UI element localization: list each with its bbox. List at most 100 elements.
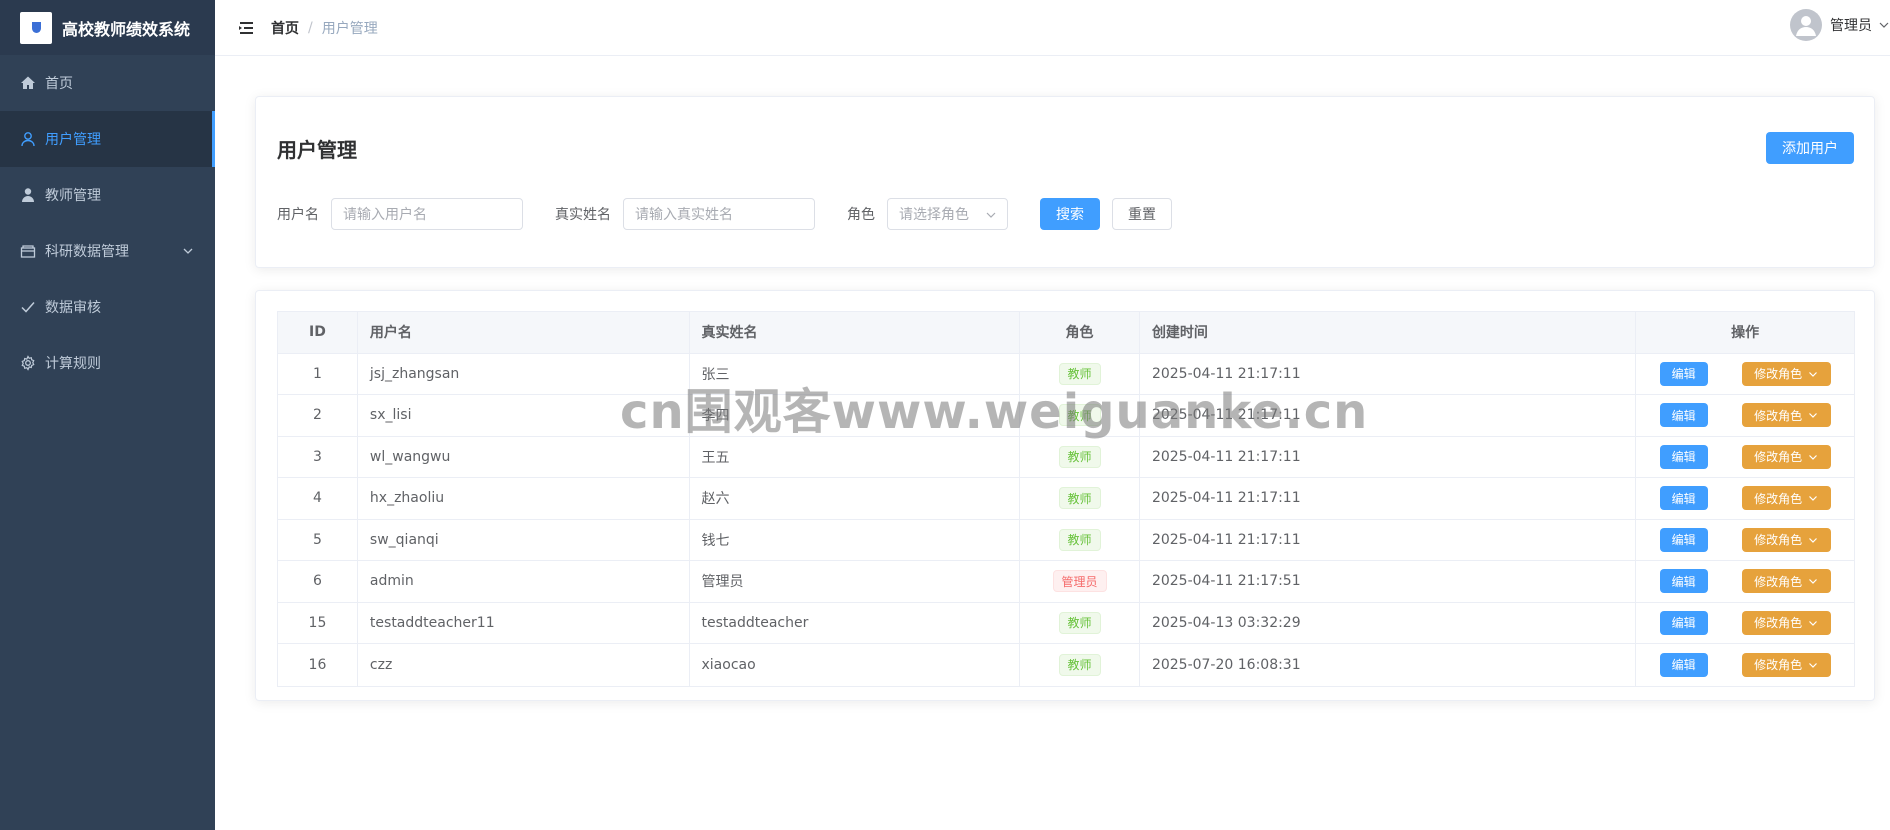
sidebar-item-calc-rules[interactable]: 计算规则 [0, 335, 215, 391]
reset-button[interactable]: 重置 [1112, 198, 1172, 230]
cell-role: 教师 [1020, 644, 1140, 686]
cell-realname: 钱七 [690, 519, 1021, 560]
cell-id: 1 [278, 353, 358, 394]
sidebar-item-home[interactable]: 首页 [0, 55, 215, 111]
page-title: 用户管理 [277, 138, 357, 162]
table-row: 16 czz xiaocao 教师 2025-07-20 16:08:31 编辑… [278, 644, 1854, 686]
user-dropdown[interactable]: 管理员 [1790, 9, 1890, 41]
breadcrumb-separator: / [308, 19, 313, 36]
table-row: 3 wl_wangwu 王五 教师 2025-04-11 21:17:11 编辑… [278, 436, 1854, 478]
cell-actions: 编辑 修改角色 [1636, 603, 1854, 644]
cell-username: czz [358, 644, 690, 686]
search-form: 用户名 请输入用户名 真实姓名 请输入真实姓名 角色 请选择角色 搜索 重置 [277, 198, 1172, 230]
column-header-realname: 真实姓名 [690, 312, 1021, 353]
edit-button[interactable]: 编辑 [1659, 486, 1708, 511]
change-role-button[interactable]: 修改角色 [1741, 652, 1831, 677]
cell-created: 2025-04-11 21:17:11 [1140, 436, 1637, 477]
edit-button[interactable]: 编辑 [1659, 361, 1708, 386]
chevron-down-icon [1809, 454, 1818, 460]
change-role-label: 修改角色 [1754, 574, 1803, 589]
cell-actions: 编辑 修改角色 [1636, 437, 1854, 478]
cell-realname: testaddteacher [690, 602, 1021, 643]
sidebar-item-users[interactable]: 用户管理 [0, 111, 215, 167]
change-role-button[interactable]: 修改角色 [1741, 610, 1831, 635]
edit-button[interactable]: 编辑 [1659, 403, 1708, 428]
edit-button[interactable]: 编辑 [1659, 610, 1708, 635]
role-tag: 教师 [1058, 362, 1101, 385]
edit-button[interactable]: 编辑 [1659, 444, 1708, 469]
breadcrumb-current: 用户管理 [321, 20, 378, 37]
avatar[interactable] [1790, 9, 1822, 41]
add-user-button[interactable]: 添加用户 [1766, 132, 1854, 164]
cell-actions: 编辑 修改角色 [1636, 395, 1854, 436]
sidebar-item-label: 计算规则 [45, 356, 101, 372]
hamburger-icon[interactable] [237, 19, 255, 37]
app-root: 高校教师绩效系统 首页 用户管理 教师管理 科研数据管理 数据审核 计算规则 首… [0, 0, 1890, 830]
role-tag: 教师 [1058, 528, 1101, 551]
chevron-down-icon [1809, 620, 1818, 626]
role-select[interactable]: 请选择角色 [887, 198, 1008, 230]
sidebar-item-label: 教师管理 [45, 188, 101, 204]
column-header-actions: 操作 [1731, 325, 1760, 342]
table-card: ID 用户名 真实姓名 角色 创建时间 操作 1 jsj_zhangsan 张三… [255, 290, 1875, 701]
edit-button[interactable]: 编辑 [1659, 652, 1708, 677]
gear-icon [20, 355, 36, 371]
cell-username: sw_qianqi [358, 519, 690, 560]
table-row: 15 testaddteacher11 testaddteacher 教师 20… [278, 602, 1854, 644]
breadcrumb-home[interactable]: 首页 [271, 18, 299, 38]
username-input[interactable]: 请输入用户名 [331, 198, 523, 230]
change-role-button[interactable]: 修改角色 [1741, 527, 1831, 552]
change-role-label: 修改角色 [1754, 533, 1803, 548]
cell-role: 教师 [1020, 602, 1140, 643]
cell-realname: xiaocao [690, 644, 1021, 686]
cell-created: 2025-04-11 21:17:11 [1140, 519, 1637, 560]
role-label: 角色 [847, 207, 875, 223]
cell-realname: 管理员 [690, 561, 1021, 602]
cell-id: 5 [278, 519, 358, 560]
cell-username: jsj_zhangsan [358, 353, 690, 394]
sidebar-item-label: 数据审核 [45, 300, 101, 316]
change-role-button[interactable]: 修改角色 [1741, 569, 1831, 594]
edit-button[interactable]: 编辑 [1659, 527, 1708, 552]
search-card: 用户管理 添加用户 用户名 请输入用户名 真实姓名 请输入真实姓名 角色 请选择… [255, 96, 1875, 268]
realname-input[interactable]: 请输入真实姓名 [623, 198, 815, 230]
edit-button[interactable]: 编辑 [1659, 569, 1708, 594]
column-header-id: ID [278, 312, 358, 353]
app-title: 高校教师绩效系统 [62, 19, 191, 39]
sidebar-item-research-data[interactable]: 科研数据管理 [0, 223, 215, 279]
sidebar-menu: 首页 用户管理 教师管理 科研数据管理 数据审核 计算规则 [0, 55, 215, 391]
chevron-down-icon [1809, 537, 1818, 543]
role-tag: 管理员 [1052, 570, 1107, 593]
user-name[interactable]: 管理员 [1830, 15, 1872, 35]
cell-actions: 编辑 修改角色 [1636, 478, 1854, 519]
table-header-row: ID 用户名 真实姓名 角色 创建时间 操作 [278, 312, 1854, 354]
cell-username: wl_wangwu [358, 436, 690, 477]
change-role-button[interactable]: 修改角色 [1741, 403, 1831, 428]
search-button[interactable]: 搜索 [1040, 198, 1100, 230]
table-row: 2 sx_lisi 李四 教师 2025-04-11 21:17:11 编辑 修… [278, 395, 1854, 437]
cell-actions: 编辑 修改角色 [1636, 520, 1854, 561]
change-role-button[interactable]: 修改角色 [1741, 486, 1831, 511]
top-header: 首页 / 用户管理 管理员 [215, 0, 1890, 56]
role-tag: 教师 [1058, 611, 1101, 634]
users-table: ID 用户名 真实姓名 角色 创建时间 操作 1 jsj_zhangsan 张三… [277, 311, 1855, 687]
chevron-down-icon [1809, 662, 1818, 668]
teacher-icon [20, 187, 36, 203]
change-role-button[interactable]: 修改角色 [1741, 444, 1831, 469]
chevron-down-icon[interactable] [1878, 19, 1890, 31]
change-role-button[interactable]: 修改角色 [1741, 361, 1831, 386]
change-role-label: 修改角色 [1754, 491, 1803, 506]
user-icon [20, 131, 36, 147]
role-select-placeholder: 请选择角色 [899, 207, 969, 223]
sidebar-item-label: 科研数据管理 [45, 244, 129, 260]
realname-label: 真实姓名 [555, 207, 611, 223]
sidebar-item-teachers[interactable]: 教师管理 [0, 167, 215, 223]
table-row: 4 hx_zhaoliu 赵六 教师 2025-04-11 21:17:11 编… [278, 478, 1854, 520]
home-icon [20, 75, 36, 91]
sidebar-item-data-review[interactable]: 数据审核 [0, 279, 215, 335]
check-icon [20, 299, 36, 315]
sidebar-item-label: 用户管理 [45, 132, 101, 148]
table-row: 6 admin 管理员 管理员 2025-04-11 21:17:51 编辑 修… [278, 561, 1854, 603]
cell-id: 16 [278, 644, 358, 686]
role-tag: 教师 [1058, 487, 1101, 510]
